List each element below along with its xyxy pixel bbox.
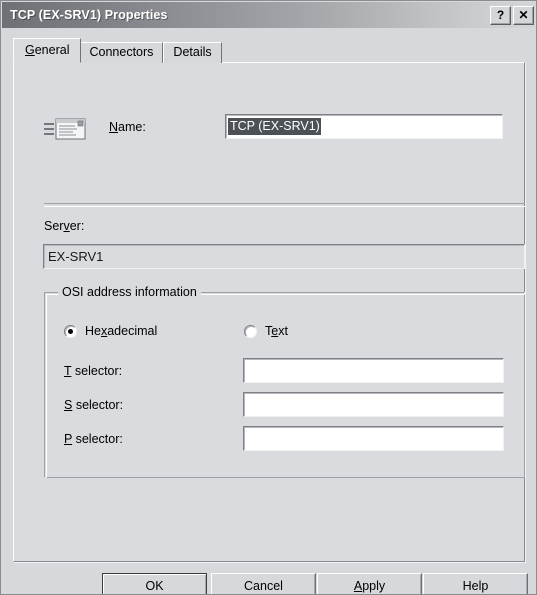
name-input-value: TCP (EX-SRV1) xyxy=(228,118,321,135)
server-value-field: EX-SRV1 xyxy=(43,244,525,269)
name-input[interactable]: TCP (EX-SRV1) xyxy=(225,114,503,139)
t-selector-input[interactable] xyxy=(243,358,504,383)
tab-general-label: eneral xyxy=(34,43,70,57)
radio-text-label: Text xyxy=(265,324,288,338)
tab-strip: General Connectors Details xyxy=(13,38,222,63)
connector-icon xyxy=(44,118,86,140)
name-label-rest: ame: xyxy=(118,120,146,134)
radio-hexadecimal-indicator[interactable] xyxy=(64,324,77,338)
name-row: Name: TCP (EX-SRV1) xyxy=(14,114,524,144)
window-title: TCP (EX-SRV1) Properties xyxy=(10,8,168,22)
tab-general[interactable]: General xyxy=(13,38,82,63)
close-icon[interactable]: ✕ xyxy=(513,5,534,25)
name-label: Name: xyxy=(109,120,146,134)
tab-details-label: Details xyxy=(173,45,212,59)
server-label: Server: xyxy=(44,219,84,233)
radio-text-indicator[interactable] xyxy=(244,324,257,338)
tab-connectors-label: Connectors xyxy=(89,45,154,59)
t-selector-label: T selector: xyxy=(64,364,123,378)
apply-button[interactable]: Apply xyxy=(317,573,422,594)
name-label-accel: N xyxy=(109,120,119,134)
server-label-post: er: xyxy=(69,219,85,233)
apply-button-rest: pply xyxy=(362,579,386,593)
cancel-button[interactable]: Cancel xyxy=(211,573,316,594)
radio-hexadecimal[interactable]: Hexadecimal xyxy=(64,324,157,338)
s-selector-label: S selector: xyxy=(64,398,124,412)
title-bar[interactable]: TCP (EX-SRV1) Properties ? ✕ xyxy=(2,2,536,28)
separator xyxy=(44,203,525,207)
osi-address-group: OSI address information Hexadecimal Text… xyxy=(44,285,525,478)
radio-text[interactable]: Text xyxy=(244,324,288,338)
help-button[interactable]: Help xyxy=(423,573,528,594)
osi-group-legend: OSI address information xyxy=(58,285,201,300)
help-icon[interactable]: ? xyxy=(490,5,511,25)
p-selector-label: P selector: xyxy=(64,432,123,446)
p-selector-row: P selector: xyxy=(45,426,524,452)
server-value: EX-SRV1 xyxy=(48,249,104,264)
s-selector-row: S selector: xyxy=(45,392,524,418)
tab-general-accel: G xyxy=(25,43,35,57)
s-selector-input[interactable] xyxy=(243,392,504,417)
apply-button-accel: A xyxy=(353,579,363,593)
general-tab-panel: Name: TCP (EX-SRV1) Server: EX-SRV1 OSI … xyxy=(13,62,525,562)
server-label-pre: Ser xyxy=(44,219,64,233)
dialog-button-row: OK Cancel Apply Help xyxy=(2,573,536,594)
p-selector-input[interactable] xyxy=(243,426,504,451)
tab-details[interactable]: Details xyxy=(163,42,222,63)
ok-button[interactable]: OK xyxy=(102,573,207,594)
t-selector-row: T selector: xyxy=(45,358,524,384)
dialog-body: General Connectors Details Name: TCP (EX… xyxy=(2,28,536,594)
tab-connectors[interactable]: Connectors xyxy=(79,42,164,63)
radio-hexadecimal-label: Hexadecimal xyxy=(85,324,158,338)
properties-dialog: TCP (EX-SRV1) Properties ? ✕ General Con… xyxy=(0,0,537,595)
